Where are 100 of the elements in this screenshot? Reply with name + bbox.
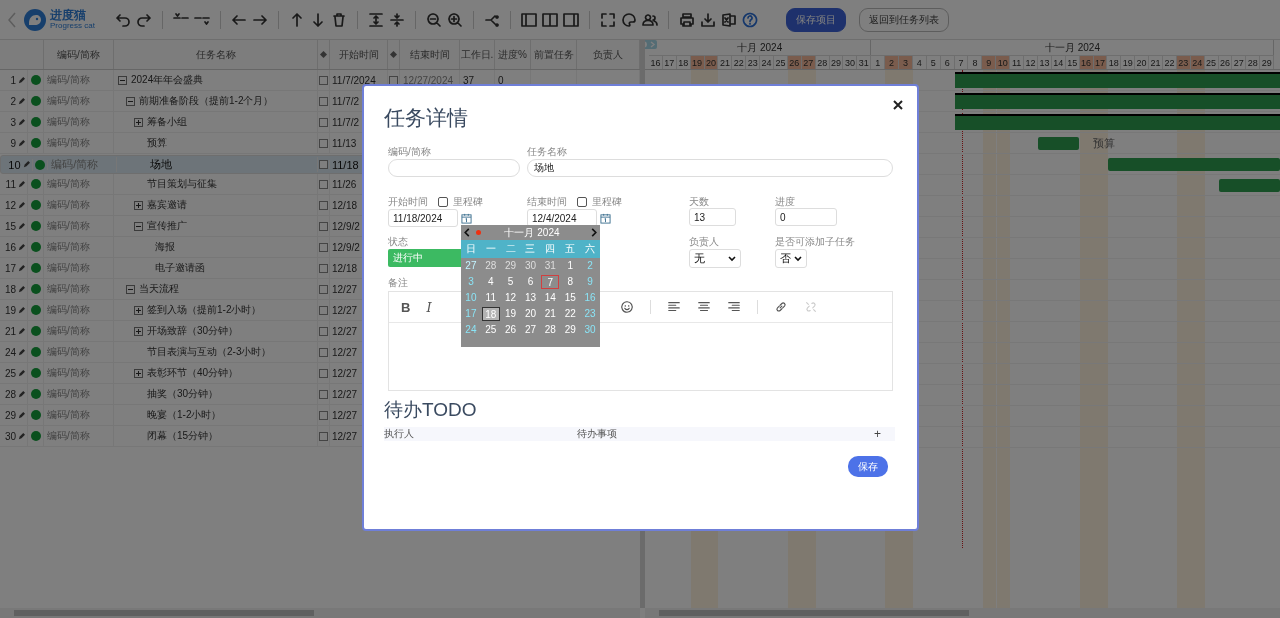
gantt-layout-icon[interactable] bbox=[562, 11, 579, 28]
pencil-icon[interactable] bbox=[18, 222, 25, 230]
calendar-day[interactable]: 21 bbox=[541, 307, 560, 321]
column-header[interactable]: 前置任务 bbox=[533, 47, 574, 62]
split-layout-icon[interactable] bbox=[541, 11, 558, 28]
milestone-checkbox[interactable] bbox=[319, 305, 328, 315]
month-title[interactable]: 十一月 2024 bbox=[481, 225, 591, 240]
help-icon[interactable] bbox=[741, 11, 758, 28]
milestone-checkbox[interactable] bbox=[438, 197, 448, 207]
align-left-icon[interactable] bbox=[666, 300, 681, 314]
collapse-rows-icon[interactable] bbox=[388, 11, 405, 28]
calendar-day[interactable]: 22 bbox=[561, 307, 580, 321]
expand-icon[interactable] bbox=[134, 326, 143, 336]
bold-button[interactable]: B bbox=[401, 299, 411, 315]
calendar-day[interactable]: 27 bbox=[521, 323, 540, 337]
calendar-day[interactable]: 31 bbox=[541, 259, 560, 273]
fullscreen-icon[interactable] bbox=[599, 11, 616, 28]
owner-select[interactable]: 无 bbox=[689, 249, 741, 268]
calendar-day[interactable]: 25 bbox=[481, 323, 500, 337]
column-header[interactable]: 进度% bbox=[498, 47, 527, 62]
expand-rows-icon[interactable] bbox=[367, 11, 384, 28]
pencil-icon[interactable] bbox=[18, 76, 25, 84]
pencil-icon[interactable] bbox=[22, 161, 30, 168]
pencil-icon[interactable] bbox=[18, 118, 25, 126]
milestone-checkbox[interactable] bbox=[319, 368, 328, 378]
expand-icon[interactable] bbox=[134, 117, 143, 127]
calendar-day[interactable]: 17 bbox=[461, 307, 480, 321]
pencil-icon[interactable] bbox=[18, 348, 25, 356]
grid-layout-icon[interactable] bbox=[520, 11, 537, 28]
task-bar[interactable] bbox=[1038, 137, 1080, 150]
undo-icon[interactable] bbox=[114, 11, 131, 28]
pencil-icon[interactable] bbox=[18, 285, 25, 293]
calendar-day[interactable]: 7 bbox=[541, 275, 560, 289]
zoom-in-icon[interactable] bbox=[446, 11, 463, 28]
pencil-icon[interactable] bbox=[18, 306, 25, 314]
milestone-checkbox[interactable] bbox=[319, 200, 328, 210]
milestone-checkbox[interactable] bbox=[319, 263, 328, 273]
scrollbar-thumb[interactable] bbox=[659, 610, 969, 616]
days-input[interactable]: 13 bbox=[689, 208, 736, 226]
scrollbar-thumb[interactable] bbox=[14, 610, 314, 616]
milestone-checkbox[interactable] bbox=[319, 117, 328, 127]
smiley-icon[interactable] bbox=[619, 300, 634, 314]
progress-input[interactable]: 0 bbox=[775, 208, 837, 226]
calendar-day[interactable]: 20 bbox=[521, 307, 540, 321]
previous-month-icon[interactable] bbox=[464, 228, 470, 237]
expand-icon[interactable] bbox=[134, 305, 143, 315]
column-header[interactable]: 任务名称 bbox=[195, 47, 236, 62]
column-header[interactable]: 编码/简称 bbox=[57, 47, 100, 62]
trash-icon[interactable] bbox=[330, 11, 347, 28]
subtask-select[interactable]: 否 bbox=[775, 249, 807, 268]
column-header[interactable]: 工作日. bbox=[460, 47, 494, 62]
milestone-checkbox[interactable] bbox=[319, 96, 328, 106]
column-header[interactable]: 结束时间 bbox=[409, 47, 450, 62]
calendar-icon[interactable] bbox=[461, 212, 472, 224]
expand-icon[interactable] bbox=[134, 200, 143, 210]
pencil-icon[interactable] bbox=[18, 243, 25, 251]
collapse-icon[interactable] bbox=[126, 96, 135, 106]
redo-icon[interactable] bbox=[135, 11, 152, 28]
horizontal-scrollbar[interactable] bbox=[645, 608, 1280, 618]
calendar-day[interactable]: 18 bbox=[481, 307, 500, 321]
milestone-checkbox[interactable] bbox=[319, 347, 328, 357]
align-right-icon[interactable] bbox=[726, 300, 741, 314]
milestone-checkbox[interactable] bbox=[319, 179, 328, 189]
milestone-checkbox[interactable] bbox=[319, 284, 328, 294]
milestone-checkbox[interactable] bbox=[577, 197, 587, 207]
calendar-day[interactable]: 1 bbox=[561, 259, 580, 273]
download-icon[interactable] bbox=[699, 11, 716, 28]
calendar-day[interactable]: 24 bbox=[461, 323, 480, 337]
pencil-icon[interactable] bbox=[18, 180, 25, 188]
next-month-icon[interactable] bbox=[591, 228, 597, 237]
collapse-icon[interactable] bbox=[126, 284, 135, 294]
calendar-day[interactable]: 2 bbox=[581, 259, 600, 273]
expand-icon[interactable] bbox=[134, 368, 143, 378]
add-todo-button[interactable]: + bbox=[874, 427, 881, 441]
pencil-icon[interactable] bbox=[18, 264, 25, 272]
zoom-out-icon[interactable] bbox=[425, 11, 442, 28]
today-dot-icon[interactable] bbox=[476, 230, 481, 235]
milestone-checkbox[interactable] bbox=[319, 410, 328, 420]
collapse-icon[interactable] bbox=[134, 221, 143, 231]
pencil-icon[interactable] bbox=[18, 390, 25, 398]
milestone-checkbox[interactable] bbox=[319, 242, 328, 252]
calendar-day[interactable]: 30 bbox=[581, 323, 600, 337]
pencil-icon[interactable] bbox=[18, 369, 25, 377]
milestone-checkbox[interactable] bbox=[319, 160, 329, 169]
calendar-day[interactable]: 30 bbox=[521, 259, 540, 273]
calendar-day[interactable]: 26 bbox=[501, 323, 520, 337]
pencil-icon[interactable] bbox=[18, 97, 25, 105]
align-center-icon[interactable] bbox=[696, 300, 711, 314]
printer-icon[interactable] bbox=[678, 11, 695, 28]
milestone-checkbox[interactable] bbox=[319, 138, 328, 148]
milestone-checkbox[interactable] bbox=[319, 389, 328, 399]
pencil-icon[interactable] bbox=[18, 201, 25, 209]
back-to-list-button[interactable]: 返回到任务列表 bbox=[858, 7, 949, 32]
calendar-day[interactable]: 28 bbox=[541, 323, 560, 337]
column-header[interactable]: 开始时间 bbox=[338, 47, 379, 62]
close-button[interactable] bbox=[891, 98, 905, 112]
link-icon[interactable] bbox=[773, 300, 788, 314]
users-icon[interactable] bbox=[641, 11, 658, 28]
calendar-day[interactable]: 23 bbox=[581, 307, 600, 321]
date-input[interactable]: 11/18/2024 bbox=[388, 209, 458, 227]
